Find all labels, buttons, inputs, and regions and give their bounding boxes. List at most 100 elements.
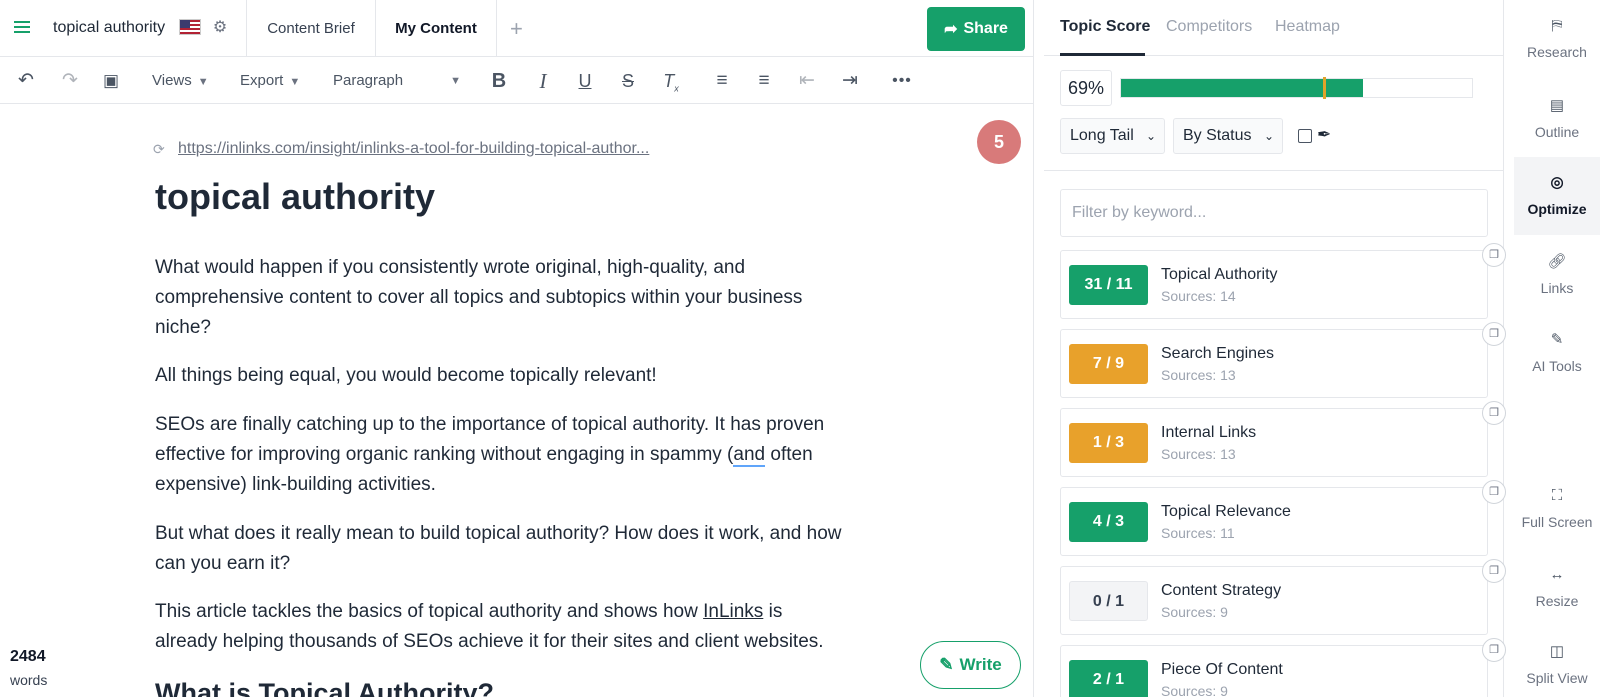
magic-wand-icon: ✎ [939,655,954,674]
paragraph-line: already helping thousands of SEOs achiev… [155,631,824,652]
keyword-card[interactable]: 1 / 3 Internal Links Sources: 13 ❐ [1060,401,1506,477]
copy-icon[interactable]: ❐ [1482,559,1506,583]
align-center-icon[interactable]: ≡ [752,69,776,93]
redo-icon[interactable]: ↷ [58,69,82,93]
rail-ai-tools[interactable]: ✎ AI Tools [1514,330,1600,390]
paragraph-2[interactable]: All things being equal, you would become… [155,361,885,391]
copy-icon[interactable]: ❐ [1482,322,1506,346]
bold-icon[interactable]: B [487,69,511,93]
rail-links[interactable]: 🔗︎ Links [1514,252,1600,312]
keyword-name: Topical Relevance [1161,503,1291,520]
tab-my-content[interactable]: My Content [375,0,497,57]
paragraph-5[interactable]: This article tackles the basics of topic… [155,597,885,657]
keyword-sources: Sources: 9 [1161,683,1228,697]
indent-icon[interactable]: ⇥ [838,69,862,93]
outdent-icon[interactable]: ⇤ [795,69,819,93]
tab-topic-score[interactable]: Topic Score [1060,18,1150,36]
word-count-number: 2484 [10,648,46,665]
share-arrow-icon: ➦ [944,21,958,38]
undo-icon[interactable]: ↶ [14,69,38,93]
notification-count-badge[interactable]: 5 [977,120,1021,164]
rail-research[interactable]: ⛿ Research [1514,17,1600,77]
paragraph-line: expensive) link-building activities. [155,474,436,495]
tab-content-brief[interactable]: Content Brief [246,0,375,57]
copy-icon[interactable]: ❐ [1482,480,1506,504]
keyword-usage-pill: 31 / 11 [1069,265,1148,305]
tools-rail: ⛿ Research ▤ Outline ◎ Optimize 🔗︎ Links ✎ AI… [1514,0,1600,697]
paragraph-format-select[interactable]: Paragraph ▼ [333,69,461,93]
views-dropdown[interactable]: Views ▼ [152,69,209,93]
rail-full-screen[interactable]: ⛶ Full Screen [1514,487,1600,547]
more-options-icon[interactable]: ••• [890,69,914,93]
rail-label: Outline [1534,124,1580,140]
paragraph-4[interactable]: But what does it really mean to build to… [155,519,885,579]
write-label: Write [959,655,1002,674]
keyword-card[interactable]: 31 / 11 Topical Authority Sources: 14 ❐ [1060,243,1506,319]
paragraph-1[interactable]: What would happen if you consistently wr… [155,253,885,343]
us-flag-icon[interactable] [179,19,201,35]
strikethrough-icon[interactable]: S [616,69,640,93]
topic-score-panel: Topic Score Competitors Heatmap 69% Long… [1044,0,1506,697]
status-label: By Status [1183,127,1252,144]
keyword-card[interactable]: 2 / 1 Piece Of Content Sources: 9 ❐ [1060,638,1506,697]
export-dropdown[interactable]: Export ▼ [240,69,300,93]
tab-heatmap[interactable]: Heatmap [1275,18,1340,36]
inlinks-link[interactable]: InLinks [703,601,763,622]
clear-format-icon[interactable]: Tx [659,69,683,94]
rail-label: AI Tools [1532,358,1582,374]
rail-label: Split View [1526,670,1588,686]
rail-optimize[interactable]: ◎ Optimize [1514,157,1600,235]
keyword-card[interactable]: 4 / 3 Topical Relevance Sources: 11 ❐ [1060,480,1506,556]
highlighter-pen-icon[interactable]: ✒ [1317,125,1331,145]
keyword-card[interactable]: 0 / 1 Content Strategy Sources: 9 ❐ [1060,559,1506,635]
section-heading[interactable]: What is Topical Authority? [155,678,494,697]
editor-pane: topical authority ⚙ Content Brief My Con… [0,0,1034,697]
keyword-name: Internal Links [1161,424,1257,441]
rail-split-view[interactable]: ◫ Split View [1514,642,1600,697]
spellcheck-flag[interactable]: and [733,444,766,467]
article-title[interactable]: topical authority [155,176,435,218]
italic-icon[interactable]: I [531,69,555,93]
hamburger-menu-icon[interactable] [14,18,36,38]
settings-gear-icon[interactable]: ⚙ [211,19,229,37]
paragraph-line: niche? [155,317,211,338]
share-button[interactable]: ➦ Share [927,7,1025,51]
keyword-sources: Sources: 9 [1161,604,1228,620]
paragraph-line: What would happen if you consistently wr… [155,257,746,278]
rail-resize[interactable]: ↔ Resize [1514,566,1600,626]
source-url-link[interactable]: https://inlinks.com/insight/inlinks-a-to… [178,140,649,158]
rail-label: Research [1527,44,1587,60]
fullscreen-icon: ⛶ [1551,487,1563,504]
copy-icon[interactable]: ❐ [1482,243,1506,267]
save-icon[interactable]: ▣ [99,69,123,93]
paragraph-line: All things being equal, you would become… [155,365,657,386]
topic-score-bar [1120,77,1473,99]
views-label: Views [152,72,192,89]
active-tab-underline [1060,53,1145,56]
status-select[interactable]: By Status ⌄ [1173,118,1283,154]
paragraph-3[interactable]: SEOs are finally catching up to the impo… [155,410,885,500]
link-icon: 🔗︎ [1547,253,1567,270]
add-tab-icon[interactable]: + [510,16,523,42]
copy-icon[interactable]: ❐ [1482,638,1506,662]
keyword-card[interactable]: 7 / 9 Search Engines Sources: 13 ❐ [1060,322,1506,398]
line-segment: This article tackles the basics of topic… [155,601,704,622]
tab-competitors[interactable]: Competitors [1166,18,1252,36]
refresh-icon[interactable]: ⟳ [153,141,169,157]
highlight-checkbox[interactable] [1298,129,1312,143]
document-icon: ▤ [1549,97,1565,114]
rail-outline[interactable]: ▤ Outline [1514,96,1600,156]
align-left-icon[interactable]: ≡ [710,69,734,93]
resize-arrows-icon: ↔ [1549,566,1565,583]
keyword-filter-input[interactable] [1060,189,1488,237]
long-tail-select[interactable]: Long Tail ⌄ [1060,118,1165,154]
paragraph-line: SEOs are finally catching up to the impo… [155,414,825,435]
ai-write-button[interactable]: ✎ Write [920,641,1021,689]
editor-toolbar: ↶ ↷ ▣ Views ▼ Export ▼ Paragraph ▼ B I U S … [0,57,1034,104]
chevron-down-icon: ⌄ [1145,129,1156,143]
paragraph-line: comprehensive content to cover all topic… [155,287,803,308]
copy-icon[interactable]: ❐ [1482,401,1506,425]
keyword-usage-pill: 2 / 1 [1069,660,1148,697]
underline-icon[interactable]: U [573,69,597,93]
paragraph-line: can you earn it? [155,553,291,574]
